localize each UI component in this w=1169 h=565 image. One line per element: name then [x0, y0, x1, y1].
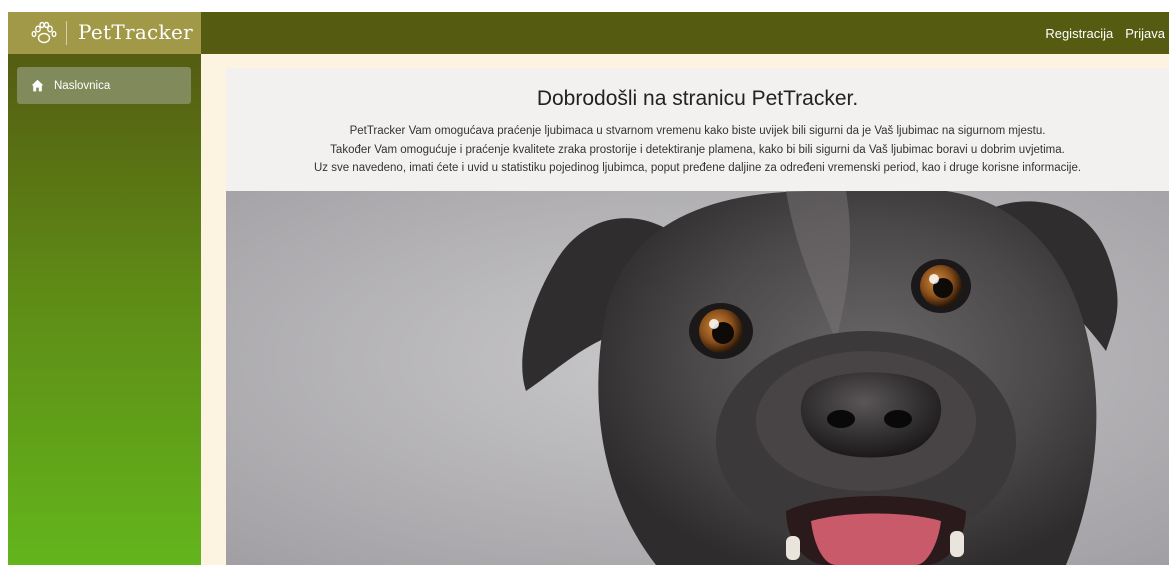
- paw-icon: [31, 21, 57, 44]
- page-title: Dobrodošli na stranicu PetTracker.: [536, 87, 859, 110]
- dog-illustration: [226, 191, 1169, 565]
- sidebar-item-label: Naslovnica: [54, 79, 111, 92]
- login-link[interactable]: Prijava: [1125, 26, 1165, 41]
- header-nav: Registracija Prijava: [1045, 12, 1169, 54]
- home-icon: [31, 79, 44, 92]
- intro-paragraph: Uz sve navedeno, imati ćete i uvid u sta…: [313, 162, 1082, 174]
- brand-logo[interactable]: PetTracker: [8, 12, 201, 54]
- register-link[interactable]: Registracija: [1045, 26, 1113, 41]
- dog-photo: [226, 191, 1169, 565]
- intro-paragraph: Također Vam omogućuje i praćenje kvalite…: [330, 143, 1065, 156]
- app-frame: PetTracker Registracija Prijava Naslovni…: [8, 12, 1169, 565]
- brand-divider: [66, 21, 67, 45]
- main-content: Dobrodošli na stranicu PetTracker. PetTr…: [226, 68, 1169, 565]
- intro-paragraph: PetTracker Vam omogućava praćenje ljubim…: [349, 125, 1046, 137]
- intro-text: PetTracker Vam omogućava praćenje ljubim…: [226, 122, 1169, 178]
- brand-name: PetTracker: [78, 20, 193, 44]
- sidebar: Naslovnica: [8, 54, 201, 565]
- sidebar-item-home[interactable]: Naslovnica: [17, 67, 191, 104]
- welcome-panel: Dobrodošli na stranicu PetTracker. PetTr…: [226, 68, 1169, 191]
- top-navbar: PetTracker Registracija Prijava: [8, 12, 1169, 54]
